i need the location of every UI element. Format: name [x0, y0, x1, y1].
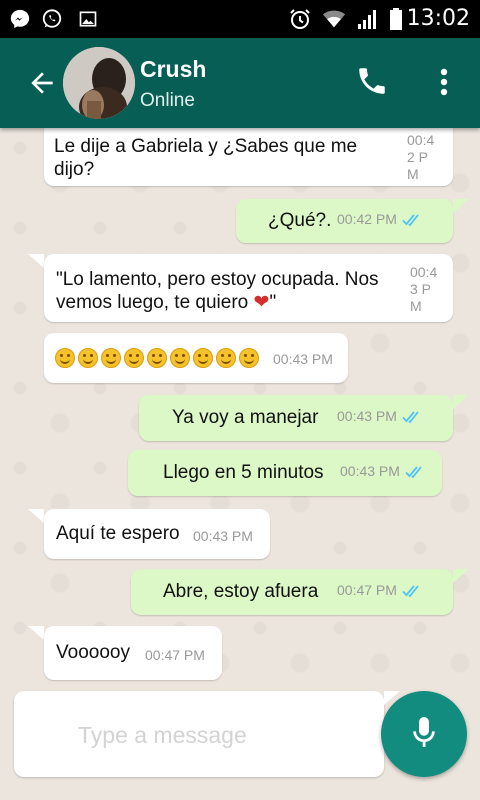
message-bubble-incoming[interactable]: 00:43 PM	[44, 333, 348, 383]
message-text: Voooooy	[56, 642, 130, 663]
signal-icon	[356, 7, 380, 31]
message-time: 00:43 PM	[193, 528, 253, 544]
gallery-icon	[76, 7, 100, 31]
smiling-face-emoji	[55, 347, 75, 368]
battery-icon	[384, 7, 408, 31]
whatsapp-icon	[40, 7, 64, 31]
bubble-tail	[28, 509, 44, 523]
wifi-icon	[322, 7, 346, 31]
message-time: 00:43 PM	[410, 264, 438, 314]
message-bubble-outgoing[interactable]: Abre, estoy afuera 00:47 PM	[131, 569, 453, 615]
message-bubble-incoming[interactable]: Voooooy 00:47 PM	[44, 626, 222, 680]
message-list[interactable]: Le dije a Gabriela y ¿Sabes que me dijo?…	[0, 128, 480, 690]
mic-button[interactable]	[381, 691, 467, 777]
alarm-icon	[288, 7, 312, 31]
back-arrow-icon[interactable]	[26, 67, 58, 99]
emoji-row	[55, 346, 262, 369]
message-time: 00:43 PM	[273, 351, 333, 367]
contact-name[interactable]: Crush	[140, 56, 206, 83]
heart-emoji: ❤	[253, 291, 270, 313]
smiling-face-emoji	[216, 347, 236, 368]
message-input[interactable]	[78, 719, 368, 751]
status-time: 13:02	[406, 6, 470, 31]
message-text: "Lo lamento, pero estoy ocupada. Nos vem…	[56, 269, 379, 313]
status-bar: 13:02	[0, 0, 480, 38]
message-bubble-incoming[interactable]: Le dije a Gabriela y ¿Sabes que me dijo?…	[44, 128, 453, 186]
message-time: 00:43 PM	[340, 463, 400, 479]
read-receipt-icon	[402, 582, 424, 605]
read-receipt-icon	[402, 211, 424, 234]
message-text: Abre, estoy afuera	[163, 581, 319, 602]
smiling-face-emoji	[78, 347, 98, 368]
chat-header: Crush Online	[0, 38, 480, 128]
bubble-tail	[453, 569, 469, 583]
message-bubble-incoming[interactable]: Aquí te espero 00:43 PM	[44, 509, 270, 559]
message-text: Le dije a Gabriela y ¿Sabes que me dijo?	[54, 136, 358, 180]
read-receipt-icon	[402, 408, 424, 431]
bubble-tail	[453, 199, 469, 213]
message-bubble-outgoing[interactable]: Llego en 5 minutos 00:43 PM	[128, 450, 442, 496]
smiling-face-emoji	[239, 347, 259, 368]
contact-status: Online	[140, 90, 195, 111]
messenger-icon	[8, 7, 32, 31]
smiling-face-emoji	[147, 347, 167, 368]
smiling-face-emoji	[124, 347, 144, 368]
message-time: 00:47 PM	[337, 582, 397, 598]
message-time: 00:42 PM	[407, 132, 435, 182]
message-bubble-outgoing[interactable]: Ya voy a manejar 00:43 PM	[139, 395, 453, 441]
contact-avatar[interactable]	[63, 47, 135, 119]
smiling-face-emoji	[101, 347, 121, 368]
more-vert-icon[interactable]	[432, 64, 456, 100]
message-bubble-outgoing[interactable]: ¿Qué?. 00:42 PM	[236, 199, 453, 243]
bubble-tail	[453, 395, 469, 409]
call-icon[interactable]	[355, 64, 391, 100]
message-time: 00:43 PM	[337, 408, 397, 424]
message-text: Aquí te espero	[56, 523, 180, 544]
message-composer	[14, 691, 384, 777]
message-text: Llego en 5 minutos	[163, 462, 324, 483]
read-receipt-icon	[405, 463, 427, 486]
bubble-tail	[28, 254, 44, 268]
mic-icon	[409, 714, 439, 755]
message-text: Ya voy a manejar	[172, 407, 319, 428]
message-bubble-incoming[interactable]: "Lo lamento, pero estoy ocupada. Nos vem…	[44, 254, 453, 322]
bubble-tail	[28, 626, 44, 640]
message-time: 00:42 PM	[337, 211, 397, 227]
message-text: ¿Qué?.	[268, 210, 332, 231]
smiling-face-emoji	[193, 347, 213, 368]
smiling-face-emoji	[170, 347, 190, 368]
message-time: 00:47 PM	[145, 647, 205, 663]
